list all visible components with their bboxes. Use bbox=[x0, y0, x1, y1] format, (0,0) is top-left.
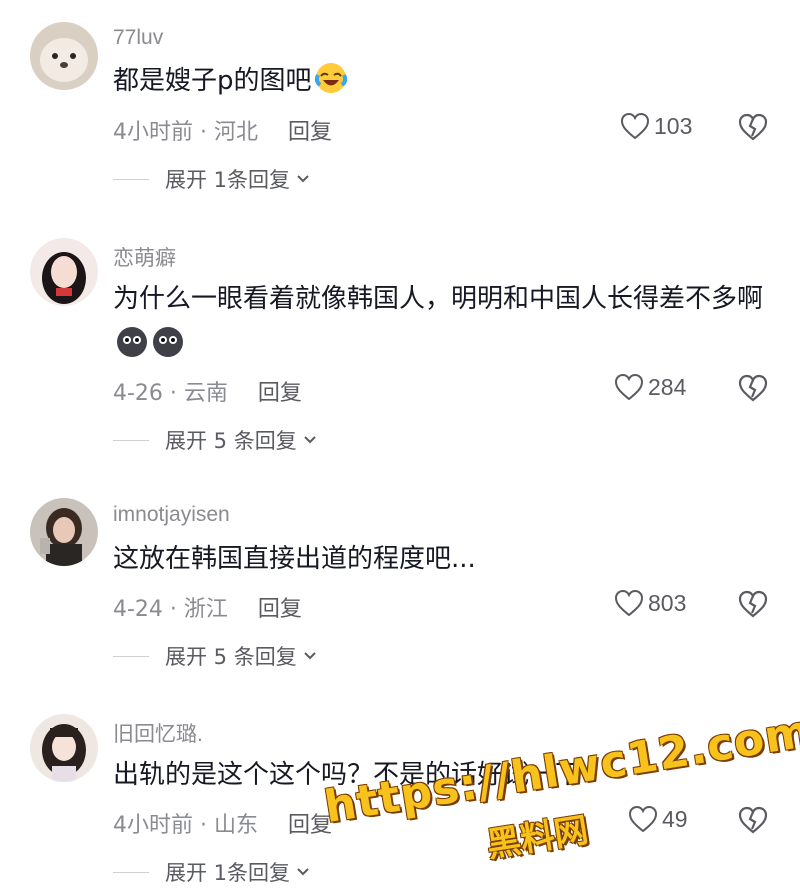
username[interactable]: imnotjayisen bbox=[113, 503, 230, 527]
expand-replies[interactable]: 展开 1条回复 bbox=[113, 164, 310, 194]
reply-button[interactable]: 回复 bbox=[258, 597, 302, 622]
divider bbox=[113, 439, 149, 441]
comment-text: 为什么一眼看着就像韩国人，明明和中国人长得差不多啊 bbox=[113, 276, 783, 368]
like-button[interactable]: 103 bbox=[620, 112, 692, 140]
heart-icon bbox=[620, 112, 650, 140]
reply-button[interactable]: 回复 bbox=[288, 120, 332, 145]
comment-meta: 4小时前 · 河北 回复 bbox=[113, 120, 332, 145]
dark-face-emoji-icon bbox=[151, 325, 185, 359]
like-count: 49 bbox=[662, 805, 688, 832]
chevron-down-icon bbox=[304, 436, 316, 444]
divider bbox=[113, 871, 149, 873]
like-count: 284 bbox=[648, 373, 687, 400]
chevron-down-icon bbox=[297, 868, 309, 876]
reply-button[interactable]: 回复 bbox=[288, 813, 332, 838]
heart-icon bbox=[614, 373, 644, 401]
broken-heart-icon bbox=[738, 590, 768, 618]
expand-replies[interactable]: 展开 5 条回复 bbox=[113, 425, 317, 455]
username[interactable]: 恋萌癖 bbox=[113, 242, 176, 272]
dark-face-emoji-icon bbox=[115, 325, 149, 359]
expand-replies[interactable]: 展开 1条回复 bbox=[113, 857, 310, 887]
like-button[interactable]: 803 bbox=[614, 589, 686, 617]
like-button[interactable]: 284 bbox=[614, 373, 686, 401]
like-count: 803 bbox=[648, 589, 687, 616]
comment-text: 出轨的是这个这个吗？不是的话好试一下 bbox=[113, 760, 582, 790]
comment-meta: 4-24 · 浙江 回复 bbox=[113, 597, 302, 622]
comment-meta: 4-26 · 云南 回复 bbox=[113, 381, 302, 406]
watermark-brand: 黑料网 bbox=[484, 810, 592, 866]
heart-icon bbox=[628, 805, 658, 833]
dislike-button[interactable] bbox=[737, 373, 769, 403]
dislike-button[interactable] bbox=[737, 805, 769, 835]
broken-heart-icon bbox=[738, 374, 768, 402]
dislike-button[interactable] bbox=[737, 589, 769, 619]
dislike-button[interactable] bbox=[737, 112, 769, 142]
comment-text: 这放在韩国直接出道的程度吧... bbox=[113, 544, 476, 574]
avatar[interactable] bbox=[30, 22, 98, 90]
watermark: https://hlwc12.com 黑料网 bbox=[321, 706, 800, 884]
broken-heart-icon bbox=[738, 806, 768, 834]
chevron-down-icon bbox=[304, 652, 316, 660]
reply-button[interactable]: 回复 bbox=[258, 381, 302, 406]
avatar[interactable] bbox=[30, 714, 98, 782]
broken-heart-icon bbox=[738, 113, 768, 141]
laughing-crying-emoji-icon bbox=[314, 61, 348, 95]
avatar[interactable] bbox=[30, 498, 98, 566]
avatar[interactable] bbox=[30, 238, 98, 306]
like-count: 103 bbox=[654, 112, 693, 139]
divider bbox=[113, 655, 149, 657]
username[interactable]: 旧回忆璐. bbox=[113, 718, 203, 748]
expand-replies[interactable]: 展开 5 条回复 bbox=[113, 641, 317, 671]
heart-icon bbox=[614, 589, 644, 617]
like-button[interactable]: 49 bbox=[628, 805, 688, 833]
comment-text: 都是嫂子p的图吧 bbox=[113, 58, 783, 104]
comment-meta: 4小时前 · 山东 回复 bbox=[113, 813, 332, 838]
divider bbox=[113, 178, 149, 180]
chevron-down-icon bbox=[297, 175, 309, 183]
username[interactable]: 77luv bbox=[113, 26, 163, 50]
